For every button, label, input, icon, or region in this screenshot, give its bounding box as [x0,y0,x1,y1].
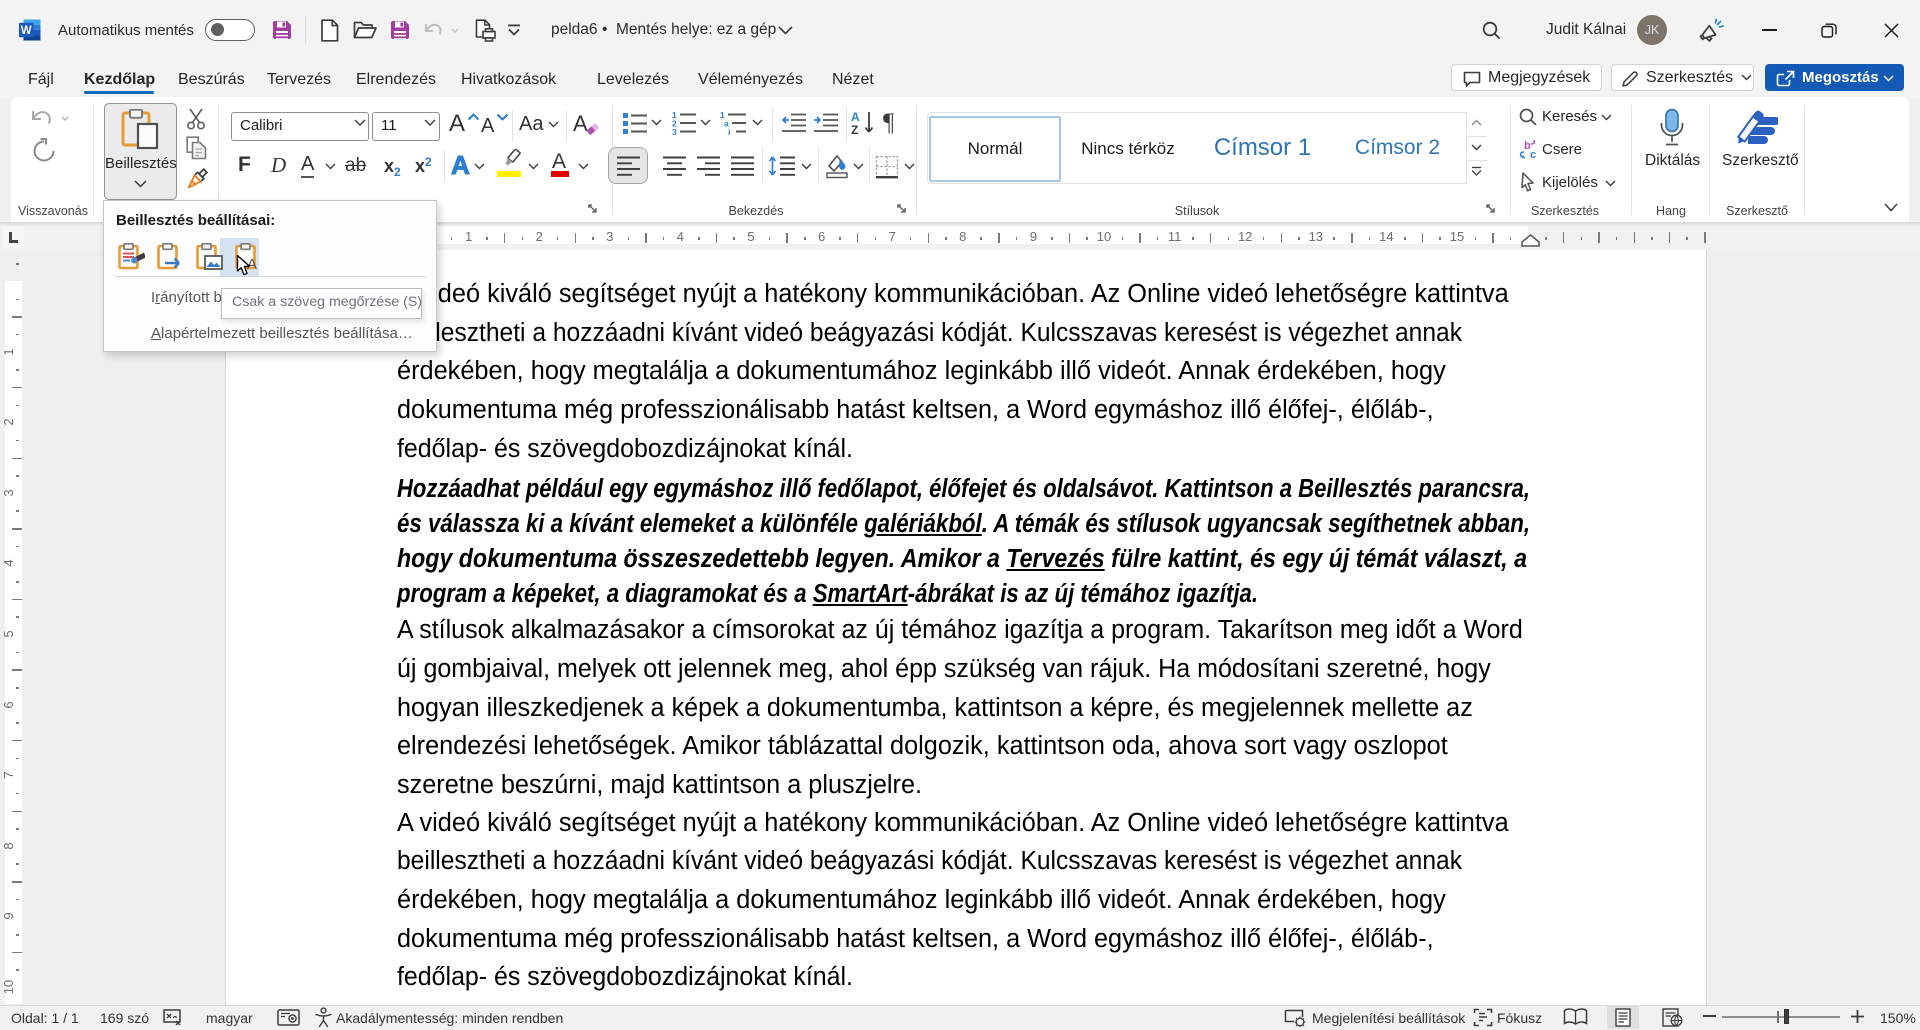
svg-text:3: 3 [672,127,677,135]
svg-text:c: c [1530,149,1536,160]
svg-text:W: W [21,25,32,37]
svg-text:Z: Z [851,123,858,136]
svg-text:A: A [851,110,860,124]
svg-text:i: i [728,127,730,135]
